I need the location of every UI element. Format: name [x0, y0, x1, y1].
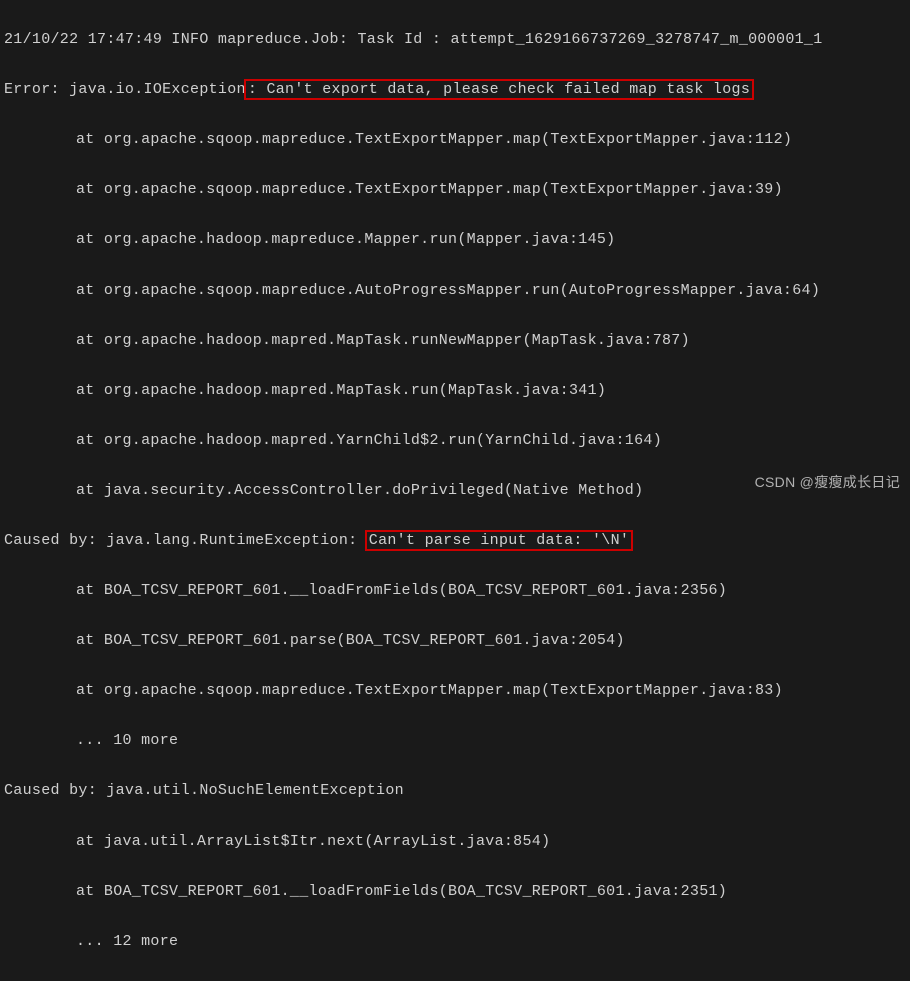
stack-trace-line: at org.apache.sqoop.mapreduce.TextExport…	[4, 177, 906, 202]
error-line: Error: java.io.IOException: Can't export…	[4, 77, 906, 102]
log-line-timestamp: 21/10/22 17:47:49 INFO mapreduce.Job: Ta…	[4, 27, 906, 52]
caused-by-highlight: Can't parse input data: '\N'	[365, 530, 633, 551]
error-prefix: Error: java.io.IOException	[4, 81, 246, 98]
stack-trace-line: at BOA_TCSV_REPORT_601.parse(BOA_TCSV_RE…	[4, 628, 906, 653]
stack-trace-line: at org.apache.sqoop.mapreduce.TextExport…	[4, 678, 906, 703]
stack-trace-line: at BOA_TCSV_REPORT_601.__loadFromFields(…	[4, 578, 906, 603]
stack-trace-line: at java.util.ArrayList$Itr.next(ArrayLis…	[4, 829, 906, 854]
caused-by-line: Caused by: java.util.NoSuchElementExcept…	[4, 778, 906, 803]
stack-trace-line: at org.apache.hadoop.mapred.YarnChild$2.…	[4, 428, 906, 453]
stack-trace-line: at org.apache.hadoop.mapred.MapTask.run(…	[4, 378, 906, 403]
stack-trace-line: at org.apache.sqoop.mapreduce.AutoProgre…	[4, 278, 906, 303]
more-line: ... 10 more	[4, 728, 906, 753]
stack-trace-line: at org.apache.sqoop.mapreduce.TextExport…	[4, 127, 906, 152]
stack-trace-line: at org.apache.hadoop.mapred.MapTask.runN…	[4, 328, 906, 353]
error-highlight: : Can't export data, please check failed…	[244, 79, 754, 100]
more-line: ... 12 more	[4, 929, 906, 954]
stack-trace-line: at org.apache.hadoop.mapreduce.Mapper.ru…	[4, 227, 906, 252]
watermark: CSDN @瘦瘦成长日记	[755, 471, 900, 494]
stack-trace-line: at BOA_TCSV_REPORT_601.__loadFromFields(…	[4, 879, 906, 904]
caused-by-line: Caused by: java.lang.RuntimeException: C…	[4, 528, 906, 553]
caused-by-prefix: Caused by: java.lang.RuntimeException:	[4, 532, 367, 549]
